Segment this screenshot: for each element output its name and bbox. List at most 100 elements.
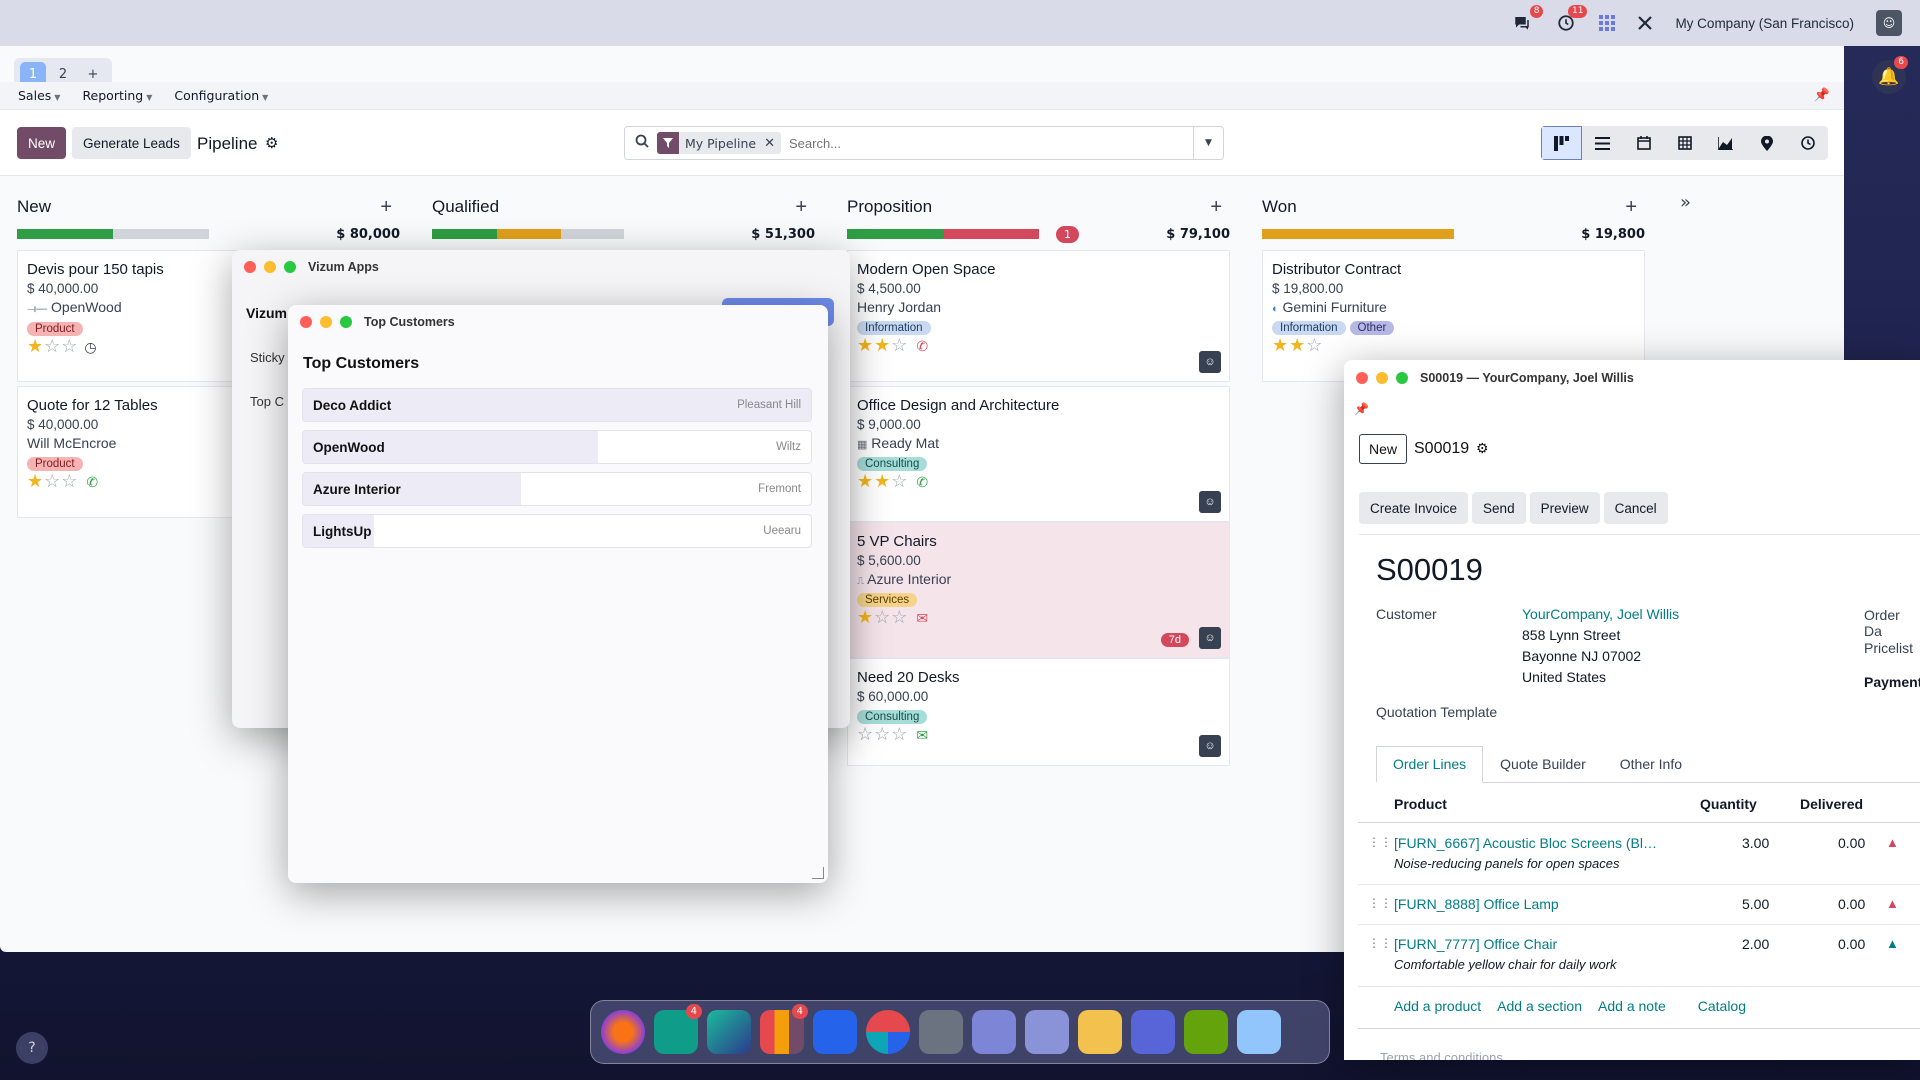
vizum-item-top[interactable]: Top C: [250, 394, 284, 409]
quick-create-button[interactable]: +: [1210, 196, 1222, 219]
activity-view-icon[interactable]: [1787, 126, 1828, 160]
star-icon[interactable]: ☆: [44, 471, 61, 491]
pivot-view-icon[interactable]: [1664, 126, 1705, 160]
progress-segment[interactable]: [17, 229, 113, 239]
calendar-view-icon[interactable]: [1623, 126, 1664, 160]
graph-view-icon[interactable]: [1705, 126, 1746, 160]
star-icon[interactable]: ☆: [891, 607, 908, 627]
menu-reporting[interactable]: Reporting ▼: [82, 88, 152, 103]
new-button[interactable]: New: [1359, 434, 1408, 464]
star-icon[interactable]: ☆: [874, 724, 891, 744]
column-progress-bar[interactable]: [432, 229, 624, 239]
gear-icon[interactable]: ⚙: [1476, 440, 1489, 457]
minimize-window-button[interactable]: [264, 261, 276, 273]
breadcrumb-pipeline[interactable]: Pipeline: [197, 134, 258, 154]
maximize-window-button[interactable]: [340, 316, 352, 328]
salesperson-avatar[interactable]: ☺: [1199, 491, 1221, 513]
close-window-button[interactable]: [300, 316, 312, 328]
star-icon[interactable]: ☆: [857, 724, 874, 744]
generate-leads-button[interactable]: Generate Leads: [72, 127, 191, 159]
maximize-window-button[interactable]: [1396, 372, 1408, 384]
column-header-delivered[interactable]: Delivered: [1800, 796, 1863, 812]
overdue-badge[interactable]: 7d: [1160, 633, 1189, 647]
line-delivered[interactable]: 0.00: [1838, 936, 1865, 952]
customer-row[interactable]: LightsUp Ueearu: [302, 514, 812, 548]
quick-create-button[interactable]: +: [1625, 196, 1637, 219]
kanban-card[interactable]: Need 20 Desks $ 60,000.00 Consulting ☆☆☆…: [847, 658, 1230, 766]
dock-app-discuss-icon[interactable]: [1025, 1010, 1069, 1054]
dock-app-inventory-icon[interactable]: [919, 1010, 963, 1054]
catalog-link[interactable]: Catalog: [1698, 998, 1746, 1014]
dock-app-extensions-icon[interactable]: [1184, 1010, 1228, 1054]
priority-stars[interactable]: ★★☆: [1272, 335, 1635, 356]
dock-app-sales-icon[interactable]: 4: [760, 1004, 808, 1054]
add-product-link[interactable]: Add a product: [1394, 998, 1481, 1014]
create-invoice-button[interactable]: Create Invoice: [1359, 492, 1469, 524]
star-icon[interactable]: ★: [874, 335, 891, 355]
email-icon[interactable]: ✉: [916, 610, 929, 626]
tab-quote-builder[interactable]: Quote Builder: [1483, 746, 1603, 782]
search-dropdown-toggle[interactable]: ▼: [1193, 127, 1223, 159]
activity-clock-icon[interactable]: 11: [1555, 5, 1588, 34]
progress-segment[interactable]: [432, 229, 498, 239]
star-icon[interactable]: ☆: [61, 471, 78, 491]
star-icon[interactable]: ☆: [1306, 335, 1323, 355]
remove-facet-icon[interactable]: ✕: [764, 136, 781, 151]
priority-stars[interactable]: ☆☆☆ ✉: [857, 724, 1220, 745]
dock-app-crm-icon[interactable]: [707, 1010, 751, 1054]
dock-app-trash-icon[interactable]: [1237, 1010, 1281, 1054]
line-delivered[interactable]: 0.00: [1838, 896, 1865, 912]
minimize-window-button[interactable]: [320, 316, 332, 328]
progress-segment[interactable]: [1262, 229, 1454, 239]
column-progress-bar[interactable]: [1262, 229, 1454, 239]
dock-app-browser-icon[interactable]: [601, 1010, 645, 1054]
progress-segment[interactable]: [847, 229, 943, 239]
kanban-view-icon[interactable]: [1541, 126, 1582, 160]
maximize-window-button[interactable]: [284, 261, 296, 273]
star-icon[interactable]: ☆: [61, 336, 78, 356]
salesperson-avatar[interactable]: ☺: [1199, 735, 1221, 757]
map-view-icon[interactable]: [1746, 126, 1787, 160]
vizum-item-sticky[interactable]: Sticky: [250, 350, 285, 365]
customer-row[interactable]: OpenWood Wiltz: [302, 430, 812, 464]
star-icon[interactable]: ★: [27, 336, 44, 356]
priority-stars[interactable]: ★★☆ ✆: [857, 335, 1220, 356]
kanban-card[interactable]: Office Design and Architecture $ 9,000.0…: [847, 386, 1230, 522]
star-icon[interactable]: ★: [874, 471, 891, 491]
add-note-link[interactable]: Add a note: [1598, 998, 1666, 1014]
column-progress-bar[interactable]: [17, 229, 209, 239]
tab-order-lines[interactable]: Order Lines: [1376, 746, 1484, 783]
drag-handle-icon[interactable]: ⋮⋮: [1368, 835, 1392, 849]
new-button[interactable]: New: [17, 127, 67, 159]
progress-segment[interactable]: [497, 229, 561, 239]
column-header-product[interactable]: Product: [1394, 796, 1447, 812]
search-input[interactable]: [788, 128, 1193, 158]
star-icon[interactable]: ☆: [891, 724, 908, 744]
pin-icon[interactable]: 📌: [1814, 88, 1830, 103]
order-line-row[interactable]: ⋮⋮ [FURN_8888] Office Lamp 5.00 0.00 ▲: [1358, 885, 1920, 925]
star-icon[interactable]: ☆: [891, 471, 908, 491]
drag-handle-icon[interactable]: ⋮⋮: [1368, 936, 1392, 950]
line-quantity[interactable]: 3.00: [1742, 835, 1769, 851]
quick-create-button[interactable]: +: [795, 196, 807, 219]
chat-icon[interactable]: 8: [1511, 5, 1544, 34]
apps-grid-icon[interactable]: [1599, 15, 1616, 31]
kanban-card[interactable]: Modern Open Space $ 4,500.00 Henry Jorda…: [847, 250, 1230, 382]
phone-icon[interactable]: ✆: [86, 474, 99, 490]
priority-stars[interactable]: ★☆☆ ✉: [857, 607, 1220, 628]
dock-app-invoicing-icon[interactable]: [813, 1010, 857, 1054]
customer-link[interactable]: YourCompany, Joel Willis: [1522, 606, 1679, 622]
minimize-window-button[interactable]: [1376, 372, 1388, 384]
product-link[interactable]: [FURN_8888] Office Lamp: [1394, 896, 1559, 912]
quick-create-button[interactable]: +: [380, 196, 392, 219]
line-quantity[interactable]: 2.00: [1742, 936, 1769, 952]
order-line-row[interactable]: ⋮⋮ [FURN_7777] Office Chair Comfortable y…: [1358, 925, 1920, 987]
pin-icon[interactable]: 📌: [1354, 402, 1369, 416]
breadcrumb-order[interactable]: S00019: [1414, 440, 1469, 458]
forecast-chart-icon[interactable]: ▲: [1886, 896, 1899, 911]
salesperson-avatar[interactable]: ☺: [1199, 351, 1221, 373]
help-button[interactable]: ?: [16, 1032, 48, 1064]
notification-bell-icon[interactable]: 🔔 6: [1872, 56, 1908, 94]
add-section-link[interactable]: Add a section: [1497, 998, 1582, 1014]
star-icon[interactable]: ★: [857, 335, 874, 355]
